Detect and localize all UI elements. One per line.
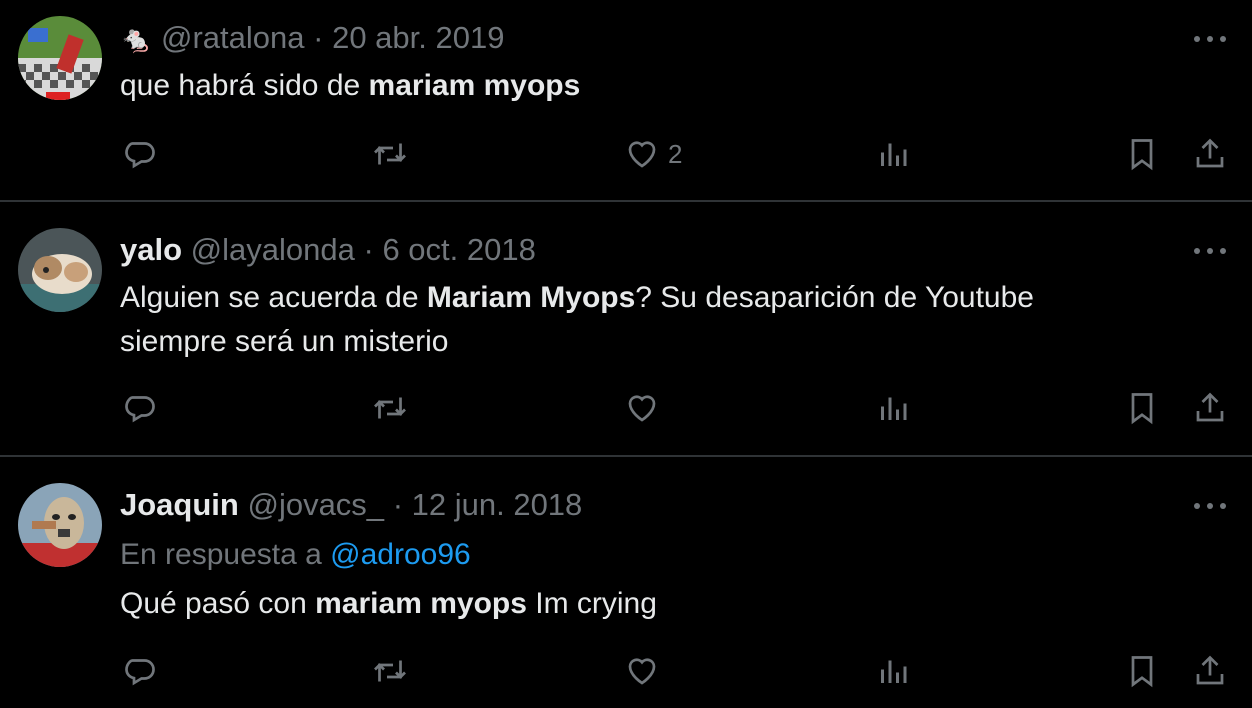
reply-prefix: En respuesta a [120,538,331,571]
bookmark-button[interactable] [1124,651,1160,691]
views-icon [881,397,907,420]
share-button[interactable] [1192,388,1228,428]
retweet-icon [374,397,406,419]
reply-context: En respuesta a @adroo96 [120,537,471,573]
reply-icon [125,396,155,423]
share-button[interactable] [1192,651,1228,691]
retweet-button[interactable] [372,388,408,428]
retweet-icon [374,143,406,165]
user-name[interactable]: Joaquin [120,487,239,522]
user-emoji: 🐁 [120,24,153,54]
tweet-text-part: Qué pasó con [120,587,316,620]
retweet-button[interactable] [372,134,408,174]
heart-icon [628,395,656,422]
tweet-text-bold: mariam myops [315,587,527,620]
reply-icon [125,142,155,169]
avatar-image [18,483,102,567]
reply-button[interactable] [122,388,158,428]
views-button[interactable] [875,134,911,174]
reply-handle-link[interactable]: @adroo96 [330,538,471,571]
views-button[interactable] [875,388,911,428]
like-button[interactable] [624,388,668,428]
tweet-text-part: Alguien se acuerda de [120,281,427,314]
user-handle[interactable]: @layalonda [191,232,355,267]
separator: · [313,20,324,55]
tweet-text-bold: Mariam Myops [426,281,636,314]
tweet-text-part: Im crying [526,587,657,620]
share-button[interactable] [1192,134,1228,174]
more-icon[interactable] [1190,240,1230,260]
avatar[interactable] [18,228,102,312]
tweet-date[interactable]: 6 oct. 2018 [382,232,535,267]
user-handle[interactable]: @jovacs_ [247,487,384,522]
reply-button[interactable] [122,134,158,174]
tweet[interactable]: Joaquin @jovacs_ · 12 jun. 2018 En respu… [0,457,1252,708]
bookmark-button[interactable] [1124,388,1160,428]
separator: · [392,487,404,522]
views-icon [881,660,907,683]
reply-icon [125,659,155,686]
user-name[interactable]: yalo [120,232,182,267]
tweet-text: Qué pasó con mariam myops Im crying [120,582,1180,626]
like-count: 2 [668,138,683,169]
tweet-header: Joaquin @jovacs_ · 12 jun. 2018 [120,487,582,523]
retweet-icon [374,660,406,682]
tweet-date[interactable]: 12 jun. 2018 [412,487,583,522]
user-handle[interactable]: @ratalona [161,20,305,55]
like-button[interactable]: 2 [624,134,682,174]
separator: · [363,232,374,267]
tweet-text-part: que habrá sido de [120,69,369,102]
action-bar [0,651,1252,691]
share-icon [1196,655,1224,685]
heart-icon [628,141,656,168]
bookmark-icon [1131,656,1153,688]
tweet-text-bold: mariam myops [368,69,581,102]
tweet-header: yalo @layalonda · 6 oct. 2018 [120,232,536,268]
retweet-button[interactable] [372,651,408,691]
tweet-text: que habrá sido de mariam myops [120,64,1180,108]
views-button[interactable] [875,651,911,691]
tweet[interactable]: yalo @layalonda · 6 oct. 2018 Alguien se… [0,202,1252,454]
avatar[interactable] [18,16,102,100]
reply-button[interactable] [122,651,158,691]
avatar-image [18,16,102,100]
views-icon [881,143,907,166]
tweet-text: Alguien se acuerda de Mariam Myops? Su d… [120,276,1130,364]
more-icon[interactable] [1190,28,1230,48]
tweet[interactable]: 🐁 @ratalona · 20 abr. 2019 que habrá sid… [0,0,1252,200]
bookmark-button[interactable] [1124,134,1160,174]
heart-icon [628,658,656,685]
bookmark-icon [1131,139,1153,171]
avatar-image [18,228,102,312]
bookmark-icon [1131,393,1153,425]
action-bar [0,388,1252,428]
like-button[interactable] [624,651,668,691]
action-bar: 2 [0,134,1252,174]
more-icon[interactable] [1190,495,1230,515]
tweet-date[interactable]: 20 abr. 2019 [332,20,504,55]
avatar[interactable] [18,483,102,567]
tweet-header: 🐁 @ratalona · 20 abr. 2019 [120,20,504,57]
share-icon [1196,392,1224,422]
share-icon [1196,138,1224,168]
